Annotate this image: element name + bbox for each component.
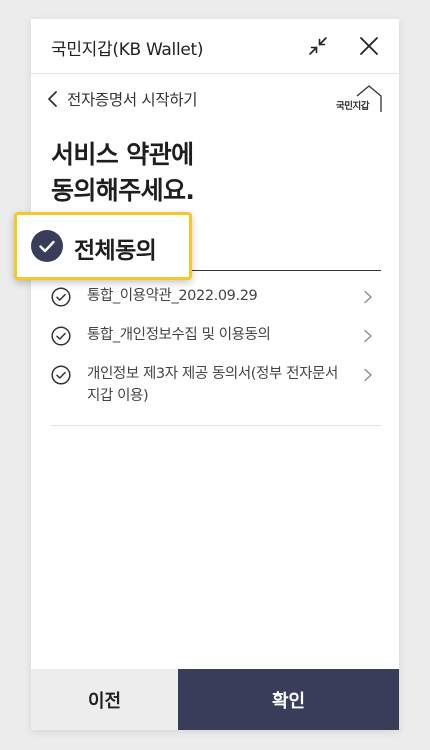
close-icon bbox=[360, 37, 378, 55]
nav-row: 전자증명서 시작하기 국민지갑 bbox=[31, 74, 399, 120]
chevron-left-icon bbox=[48, 91, 57, 107]
page-title: 서비스 약관에 동의해주세요. bbox=[51, 137, 195, 209]
logo-text: 국민지갑 bbox=[336, 101, 369, 112]
back-button[interactable]: 전자증명서 시작하기 bbox=[47, 88, 198, 110]
chevron-right-icon bbox=[364, 329, 372, 343]
agree-all-checkbox[interactable]: 전체동의 bbox=[14, 212, 192, 280]
title-bar: 국민지갑(KB Wallet) bbox=[31, 19, 399, 74]
back-label: 전자증명서 시작하기 bbox=[67, 91, 198, 109]
term-label: 통합_개인정보수집 및 이용동의 bbox=[87, 327, 271, 343]
page-title-line-2: 동의해주세요. bbox=[51, 176, 195, 205]
term-item[interactable]: 개인정보 제3자 제공 동의서(정부 전자문서지갑 이용) bbox=[51, 363, 381, 407]
kb-wallet-logo: 국민지갑 bbox=[335, 84, 383, 114]
terms-list: 통합_이용약관_2022.09.29 통합_개인정보수집 및 이용동의 개인정보… bbox=[51, 285, 381, 424]
check-circle-outline-icon bbox=[51, 365, 71, 385]
term-item[interactable]: 통합_개인정보수집 및 이용동의 bbox=[51, 324, 381, 346]
terms-divider bbox=[51, 425, 381, 426]
term-label: 통합_이용약관_2022.09.29 bbox=[87, 288, 258, 304]
previous-button[interactable]: 이전 bbox=[31, 669, 178, 730]
chevron-right-icon bbox=[364, 368, 372, 382]
check-circle-outline-icon bbox=[51, 287, 71, 307]
confirm-button[interactable]: 확인 bbox=[178, 669, 399, 730]
term-label: 개인정보 제3자 제공 동의서(정부 전자문서지갑 이용) bbox=[87, 366, 338, 404]
check-circle-icon bbox=[31, 230, 63, 262]
agree-all-label: 전체동의 bbox=[74, 238, 157, 264]
app-title: 국민지갑(KB Wallet) bbox=[51, 40, 204, 60]
minimize-button[interactable] bbox=[305, 33, 331, 59]
check-circle-outline-icon bbox=[51, 326, 71, 346]
screen: 국민지갑(KB Wallet) 전자증명서 시작하기 국민지갑 서비스 약관에 … bbox=[0, 0, 430, 750]
term-item[interactable]: 통합_이용약관_2022.09.29 bbox=[51, 285, 381, 307]
page-title-line-1: 서비스 약관에 bbox=[51, 140, 194, 169]
wallet-window: 국민지갑(KB Wallet) 전자증명서 시작하기 국민지갑 서비스 약관에 … bbox=[14, 19, 399, 730]
chevron-right-icon bbox=[364, 290, 372, 304]
collapse-arrows-icon bbox=[309, 37, 327, 55]
close-button[interactable] bbox=[356, 33, 382, 59]
